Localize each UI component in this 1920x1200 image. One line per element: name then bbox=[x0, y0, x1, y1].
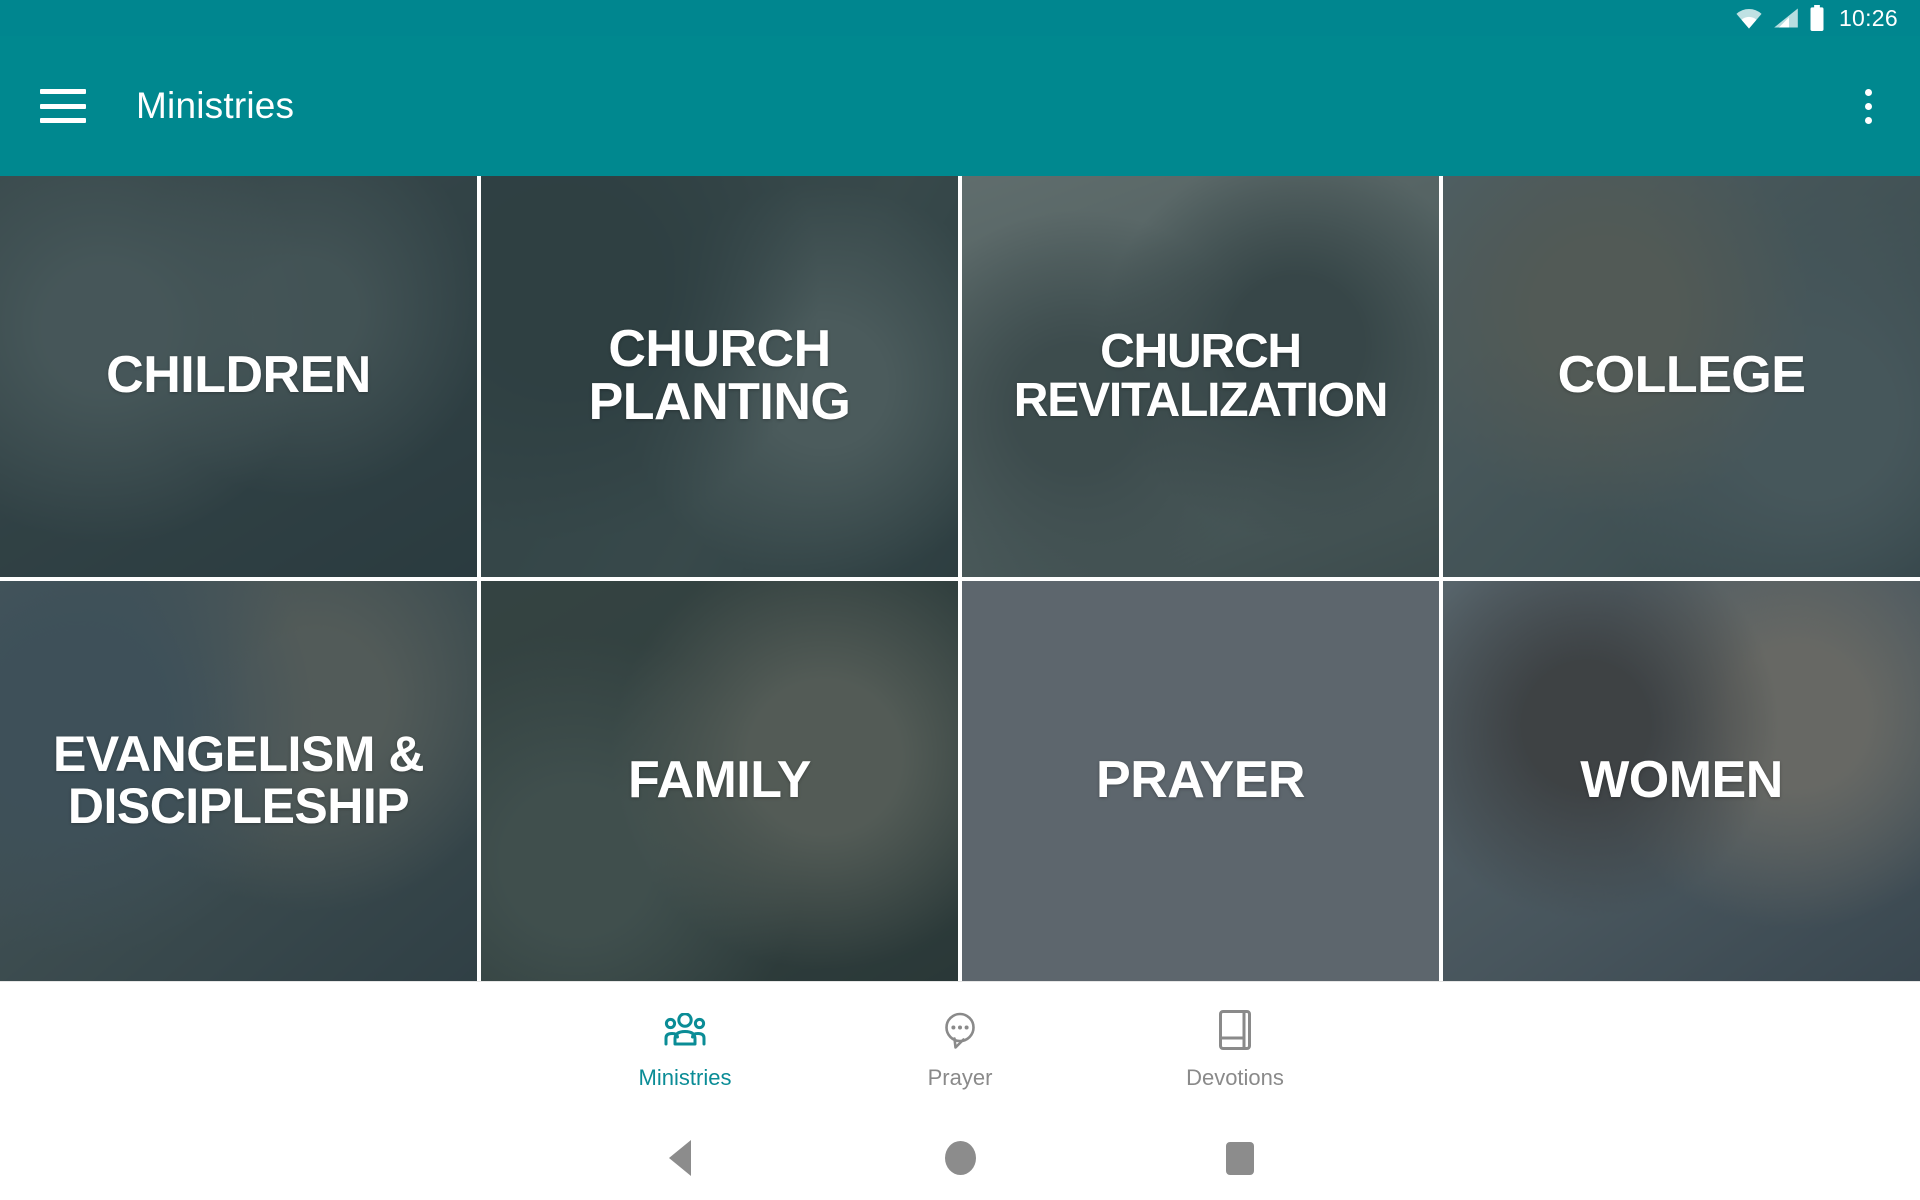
home-button[interactable] bbox=[820, 1141, 1100, 1175]
app-bar: Ministries bbox=[0, 36, 1920, 176]
nav-label-prayer: Prayer bbox=[927, 1064, 993, 1090]
chat-bubble-icon bbox=[940, 1008, 980, 1052]
recents-square-icon bbox=[1226, 1141, 1254, 1175]
ministry-tile-label: CHURCH PLANTING bbox=[588, 319, 851, 432]
ministry-tile[interactable]: EVANGELISM & DISCIPLESHIP bbox=[0, 580, 477, 981]
ministry-tile-label: PRAYER bbox=[1096, 750, 1305, 809]
ministry-tile[interactable]: PRAYER bbox=[962, 580, 1439, 981]
home-circle-icon bbox=[944, 1141, 976, 1175]
ministry-tile-label: CHURCH REVITALIZATION bbox=[1013, 324, 1389, 428]
status-bar-clock: 10:26 bbox=[1838, 4, 1898, 31]
nav-label-devotions: Devotions bbox=[1186, 1064, 1284, 1090]
wifi-icon bbox=[1735, 7, 1763, 29]
ministry-tile[interactable]: CHURCH PLANTING bbox=[481, 176, 958, 577]
battery-icon bbox=[1809, 5, 1825, 31]
nav-label-ministries: Ministries bbox=[638, 1064, 732, 1090]
back-button[interactable] bbox=[540, 1140, 820, 1176]
android-system-navigation bbox=[0, 1116, 1920, 1200]
ministry-tile[interactable]: COLLEGE bbox=[1443, 176, 1920, 577]
back-triangle-icon bbox=[669, 1140, 691, 1176]
app-screen: 10:26 Ministries CHILDREN CHURCH PLANTING… bbox=[0, 0, 1920, 1200]
ministry-tile-label: COLLEGE bbox=[1557, 346, 1806, 405]
overflow-menu-icon[interactable] bbox=[1844, 82, 1892, 130]
cellular-signal-icon bbox=[1773, 7, 1799, 29]
ministry-tile-label: WOMEN bbox=[1580, 750, 1783, 809]
nav-item-devotions[interactable]: Devotions bbox=[1098, 1008, 1373, 1091]
bottom-navigation: Ministries Prayer Devotions bbox=[0, 981, 1920, 1116]
ministry-tile-label: FAMILY bbox=[628, 750, 811, 809]
recents-button[interactable] bbox=[1100, 1141, 1380, 1175]
ministry-tile[interactable]: CHILDREN bbox=[0, 176, 477, 577]
hamburger-menu-icon[interactable] bbox=[40, 89, 86, 123]
status-bar: 10:26 bbox=[0, 0, 1920, 36]
ministry-tile[interactable]: FAMILY bbox=[481, 580, 958, 981]
group-people-icon bbox=[664, 1008, 706, 1052]
ministry-tile-label: CHILDREN bbox=[106, 346, 371, 405]
ministry-tile[interactable]: CHURCH REVITALIZATION bbox=[962, 176, 1439, 577]
ministries-grid: CHILDREN CHURCH PLANTING CHURCH REVITALIZA… bbox=[0, 176, 1920, 981]
nav-item-prayer[interactable]: Prayer bbox=[823, 1008, 1098, 1091]
page-title: Ministries bbox=[136, 85, 295, 126]
book-icon bbox=[1218, 1008, 1252, 1052]
nav-item-ministries[interactable]: Ministries bbox=[548, 1008, 823, 1091]
ministry-tile[interactable]: WOMEN bbox=[1443, 580, 1920, 981]
ministry-tile-label: EVANGELISM & DISCIPLESHIP bbox=[53, 726, 424, 834]
